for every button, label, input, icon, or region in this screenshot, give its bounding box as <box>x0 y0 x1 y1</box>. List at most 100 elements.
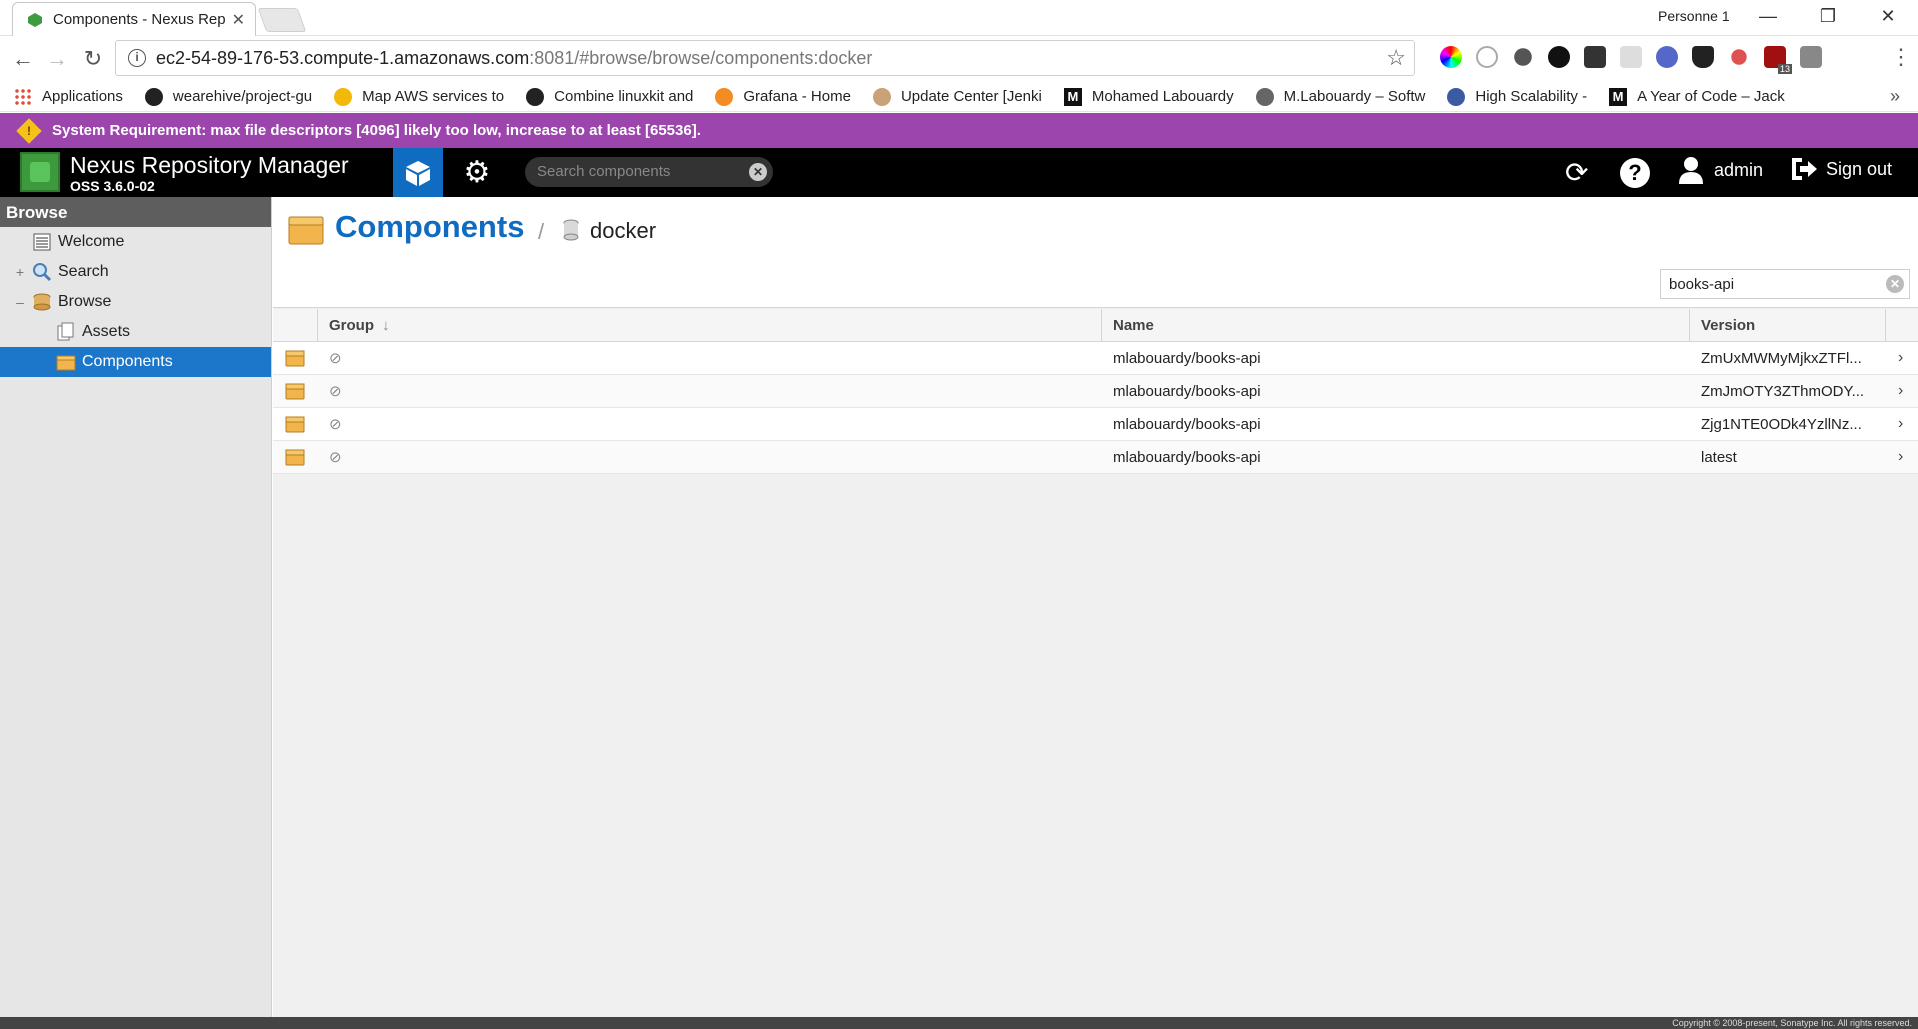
sidebar-item-welcome[interactable]: Welcome <box>0 227 271 257</box>
sign-out-label: Sign out <box>1826 158 1893 179</box>
table-row[interactable]: ⊘ mlabouardy/books-api Zjg1NTE0ODk4YzllN… <box>273 408 1918 441</box>
breadcrumb-separator: / <box>538 219 545 244</box>
medium-icon: M <box>1609 87 1628 106</box>
bookmark-item[interactable]: wearehive/project-gu <box>144 87 312 106</box>
bookmark-item[interactable]: M A Year of Code – Jack <box>1609 87 1785 106</box>
sidebar-item-components[interactable]: Components <box>0 347 271 377</box>
version-column-header[interactable]: Version <box>1690 309 1886 341</box>
filter-input[interactable]: books-api ✕ <box>1660 269 1910 299</box>
apps-grid-icon <box>14 87 32 106</box>
user-menu[interactable]: admin <box>1678 156 1763 184</box>
browser-tab[interactable]: Components - Nexus Rep ✕ <box>12 2 256 36</box>
user-icon <box>1679 157 1703 184</box>
wappalyzer-extension-icon[interactable] <box>1656 46 1678 68</box>
film-extension-icon[interactable] <box>1584 46 1606 68</box>
grid-header: Group ↓ Name Version <box>273 309 1918 342</box>
cast-extension-icon[interactable] <box>1620 46 1642 68</box>
table-row[interactable]: ⊘ mlabouardy/books-api ZmJmOTY3ZThmODY..… <box>273 375 1918 408</box>
search-icon <box>33 263 52 282</box>
extension-icons: 13 <box>1440 46 1822 74</box>
bookmark-item[interactable]: High Scalability - <box>1447 87 1587 106</box>
code-extension-icon[interactable] <box>1476 46 1498 68</box>
chevron-right-icon[interactable]: › <box>1886 382 1918 400</box>
github-icon <box>144 87 163 106</box>
filter-value: books-api <box>1669 276 1735 293</box>
filter-clear-icon[interactable]: ✕ <box>1886 275 1904 293</box>
ublock-extension-icon[interactable]: 13 <box>1764 46 1792 74</box>
bookmark-item[interactable]: Grafana - Home <box>715 87 851 106</box>
github-icon <box>526 87 545 106</box>
nexus-logo-icon[interactable] <box>20 152 60 192</box>
chevron-right-icon[interactable]: › <box>1886 349 1918 367</box>
new-tab-button[interactable] <box>257 8 307 32</box>
bookmark-label: Grafana - Home <box>743 88 851 105</box>
grafana-icon <box>715 87 734 106</box>
forward-icon[interactable]: → <box>42 44 72 74</box>
recycle-extension-icon[interactable] <box>1514 48 1532 66</box>
chrome-icon <box>334 87 353 106</box>
lightbulb-extension-icon[interactable] <box>1692 46 1714 68</box>
table-row[interactable]: ⊘ mlabouardy/books-api latest › <box>273 441 1918 474</box>
reload-icon[interactable]: ↻ <box>78 44 108 74</box>
square-extension-icon[interactable] <box>1800 46 1822 68</box>
address-bar[interactable]: i ec2-54-89-176-53.compute-1.amazonaws.c… <box>115 40 1415 76</box>
restore-icon[interactable]: ❐ <box>1808 6 1848 27</box>
name-column-header[interactable]: Name <box>1102 309 1690 341</box>
page-title[interactable]: Components <box>335 209 524 245</box>
profile-name[interactable]: Personne 1 <box>1658 8 1730 24</box>
camera-extension-icon[interactable] <box>1548 46 1570 68</box>
bookmark-label: M.Labouardy – Softw <box>1283 88 1426 105</box>
refresh-icon[interactable]: ⟳ <box>1565 156 1588 189</box>
system-warning-banner: ! System Requirement: max file descripto… <box>0 113 1918 148</box>
sign-out-button[interactable]: Sign out <box>1790 156 1892 182</box>
bookmark-item[interactable]: Update Center [Jenki <box>872 87 1042 106</box>
bookmark-star-icon[interactable]: ☆ <box>1386 45 1406 71</box>
bookmark-item[interactable]: Combine linuxkit and <box>526 87 693 106</box>
tree-expander-icon[interactable]: + <box>14 264 26 280</box>
bookmarks-bar: Applications wearehive/project-gu Map AWS … <box>0 82 1918 112</box>
arrow-column-header <box>1886 309 1918 341</box>
bookmark-item[interactable]: Applications <box>14 87 123 106</box>
close-window-icon[interactable]: ✕ <box>1868 6 1908 27</box>
bookmark-label: Applications <box>42 88 123 105</box>
browser-menu-icon[interactable]: ⋮ <box>1890 44 1912 70</box>
chevron-right-icon[interactable]: › <box>1886 448 1918 466</box>
bookmark-item[interactable]: M Mohamed Labouardy <box>1063 87 1234 106</box>
sign-out-icon <box>1792 158 1817 180</box>
content-header: Components / docker books-api ✕ <box>273 197 1918 308</box>
settings-gear-icon[interactable]: ⚙ <box>452 148 502 197</box>
component-icon-cell <box>273 382 318 400</box>
browse-mode-button[interactable] <box>393 148 443 197</box>
name-cell: mlabouardy/books-api <box>1113 448 1261 466</box>
close-tab-icon[interactable]: ✕ <box>232 10 245 30</box>
help-icon[interactable]: ? <box>1620 158 1650 188</box>
component-icon-cell <box>273 415 318 433</box>
back-icon[interactable]: ← <box>8 44 38 74</box>
name-cell: mlabouardy/books-api <box>1113 415 1261 433</box>
sidebar-item-label: Browse <box>58 293 112 310</box>
table-row[interactable]: ⊘ mlabouardy/books-api ZmUxMWMyMjkxZTFl.… <box>273 342 1918 375</box>
sidebar-item-assets[interactable]: Assets <box>0 317 271 347</box>
tree-collapse-icon[interactable]: – <box>14 294 26 310</box>
bookmark-label: Mohamed Labouardy <box>1091 88 1234 105</box>
bookmark-item[interactable]: Map AWS services to <box>334 87 504 106</box>
component-icon-cell <box>273 349 318 367</box>
icon-column-header <box>273 309 318 341</box>
sidebar-item-browse[interactable]: – Browse <box>0 287 271 317</box>
site-info-icon[interactable]: i <box>128 49 146 67</box>
sidebar-item-label: Components <box>82 353 173 370</box>
app-version: OSS 3.6.0-02 <box>70 178 155 194</box>
group-cell: ⊘ <box>329 449 342 466</box>
bookmark-item[interactable]: M.Labouardy – Softw <box>1255 87 1426 106</box>
asana-extension-icon[interactable] <box>1731 49 1747 65</box>
color-picker-extension-icon[interactable] <box>1440 46 1462 68</box>
chevron-right-icon[interactable]: › <box>1886 415 1918 433</box>
minimize-icon[interactable]: — <box>1748 6 1788 27</box>
tab-title: Components - Nexus Rep <box>53 11 226 28</box>
extension-badge: 13 <box>1777 64 1792 74</box>
sidebar-item-search[interactable]: + Search <box>0 257 271 287</box>
bookmarks-overflow-icon[interactable]: » <box>1890 86 1900 107</box>
group-column-header[interactable]: Group ↓ <box>318 309 1102 341</box>
search-clear-icon[interactable]: ✕ <box>749 163 767 181</box>
footer-copyright: Copyright © 2008-present, Sonatype Inc. … <box>0 1017 1918 1029</box>
